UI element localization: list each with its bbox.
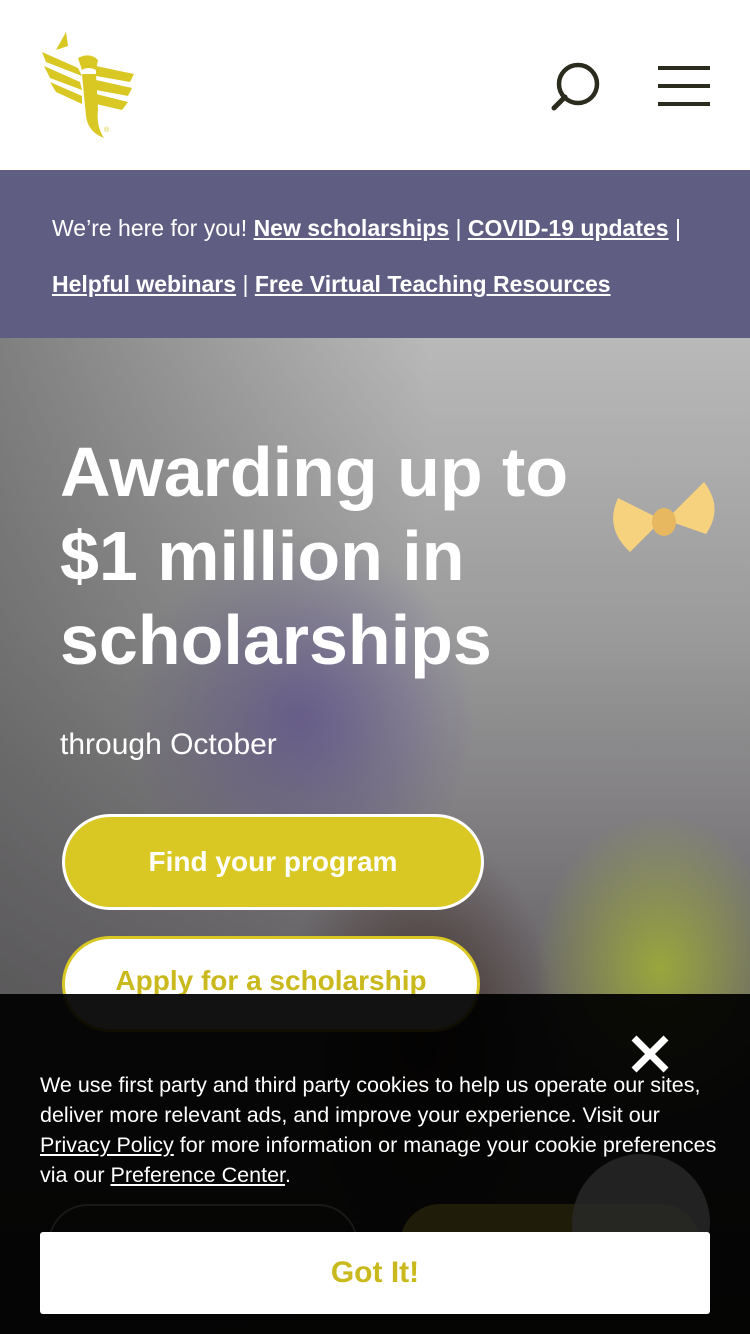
cookie-consent-banner: We use first party and third party cooki… bbox=[0, 994, 750, 1334]
phoenix-logo[interactable]: ® bbox=[38, 30, 138, 142]
separator: | bbox=[455, 215, 462, 241]
covid-updates-link[interactable]: COVID-19 updates bbox=[468, 215, 669, 241]
preference-center-link[interactable]: Preference Center bbox=[111, 1163, 286, 1187]
helpful-webinars-link[interactable]: Helpful webinars bbox=[52, 271, 236, 297]
separator: | bbox=[242, 271, 249, 297]
announcement-bar: We’re here for you! New scholarships | C… bbox=[0, 170, 750, 338]
cookie-message: We use first party and third party cooki… bbox=[40, 1070, 720, 1190]
search-button[interactable] bbox=[548, 58, 608, 118]
cookie-text-part: We use first party and third party cooki… bbox=[40, 1073, 701, 1127]
search-icon bbox=[551, 62, 600, 111]
svg-text:®: ® bbox=[104, 126, 110, 134]
separator: | bbox=[674, 215, 681, 241]
got-it-button[interactable]: Got It! bbox=[40, 1232, 710, 1314]
virtual-teaching-resources-link[interactable]: Free Virtual Teaching Resources bbox=[255, 271, 611, 297]
find-your-program-button[interactable]: Find your program bbox=[62, 814, 484, 910]
new-scholarships-link[interactable]: New scholarships bbox=[254, 215, 450, 241]
announcement-intro: We’re here for you! bbox=[52, 215, 248, 241]
hero-title: Awarding up to $1 million in scholarship… bbox=[60, 433, 569, 679]
hamburger-menu-icon bbox=[658, 66, 710, 106]
menu-button[interactable] bbox=[652, 60, 716, 112]
cookie-text-part: . bbox=[285, 1163, 291, 1187]
site-header: ® bbox=[0, 0, 750, 170]
privacy-policy-link[interactable]: Privacy Policy bbox=[40, 1133, 174, 1157]
hero-subtitle: through October bbox=[60, 728, 277, 761]
